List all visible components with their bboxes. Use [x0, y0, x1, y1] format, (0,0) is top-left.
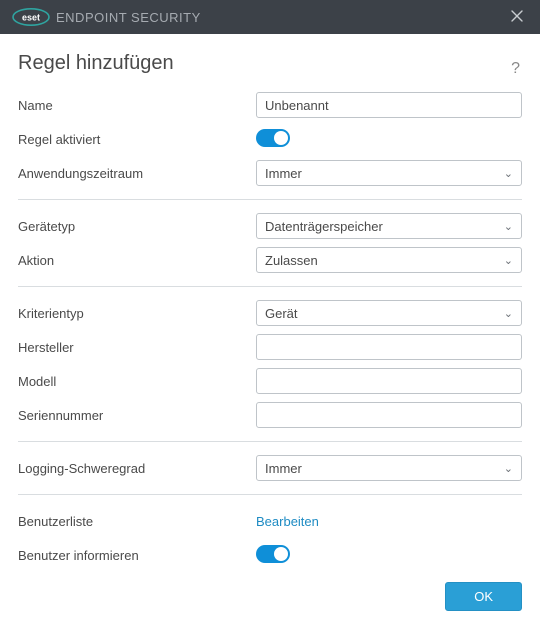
model-input[interactable] — [256, 368, 522, 394]
model-label: Modell — [18, 374, 256, 389]
chevron-down-icon: ⌄ — [504, 220, 513, 233]
criteria-type-label: Kriterientyp — [18, 306, 256, 321]
device-type-select[interactable]: Datenträgerspeicher ⌄ — [256, 213, 522, 239]
help-icon[interactable]: ? — [509, 58, 522, 80]
dialog-footer: OK — [0, 567, 540, 625]
criteria-type-select[interactable]: Gerät ⌄ — [256, 300, 522, 326]
divider — [18, 199, 522, 200]
svg-text:eset: eset — [22, 13, 40, 23]
notify-user-label: Benutzer informieren — [18, 548, 256, 563]
chevron-down-icon: ⌄ — [504, 462, 513, 475]
criteria-type-value: Gerät — [265, 306, 298, 321]
action-value: Zulassen — [265, 253, 318, 268]
divider — [18, 494, 522, 495]
dialog-content: Regel hinzufügen ? Name Regel aktiviert … — [0, 34, 540, 567]
notify-user-toggle[interactable] — [256, 545, 290, 563]
divider — [18, 286, 522, 287]
chevron-down-icon: ⌄ — [504, 254, 513, 267]
application-period-label: Anwendungszeitraum — [18, 166, 256, 181]
name-label: Name — [18, 98, 256, 113]
device-type-label: Gerätetyp — [18, 219, 256, 234]
name-input[interactable] — [256, 92, 522, 118]
user-list-label: Benutzerliste — [18, 514, 256, 529]
brand-product-name: ENDPOINT SECURITY — [56, 10, 201, 25]
titlebar: eset ENDPOINT SECURITY — [0, 0, 540, 34]
divider — [18, 441, 522, 442]
log-severity-label: Logging-Schweregrad — [18, 461, 256, 476]
device-type-value: Datenträgerspeicher — [265, 219, 383, 234]
brand: eset ENDPOINT SECURITY — [12, 8, 201, 26]
user-list-edit-link[interactable]: Bearbeiten — [256, 514, 319, 529]
application-period-value: Immer — [265, 166, 302, 181]
log-severity-value: Immer — [265, 461, 302, 476]
action-label: Aktion — [18, 253, 256, 268]
rule-active-toggle[interactable] — [256, 129, 290, 147]
manufacturer-label: Hersteller — [18, 340, 256, 355]
serial-number-input[interactable] — [256, 402, 522, 428]
chevron-down-icon: ⌄ — [504, 167, 513, 180]
action-select[interactable]: Zulassen ⌄ — [256, 247, 522, 273]
rule-active-label: Regel aktiviert — [18, 132, 256, 147]
application-period-select[interactable]: Immer ⌄ — [256, 160, 522, 186]
ok-button[interactable]: OK — [445, 582, 522, 611]
page-title: Regel hinzufügen — [18, 52, 174, 75]
serial-number-label: Seriennummer — [18, 408, 256, 423]
chevron-down-icon: ⌄ — [504, 307, 513, 320]
manufacturer-input[interactable] — [256, 334, 522, 360]
brand-logo: eset — [12, 8, 50, 26]
log-severity-select[interactable]: Immer ⌄ — [256, 455, 522, 481]
close-icon[interactable] — [506, 4, 528, 30]
